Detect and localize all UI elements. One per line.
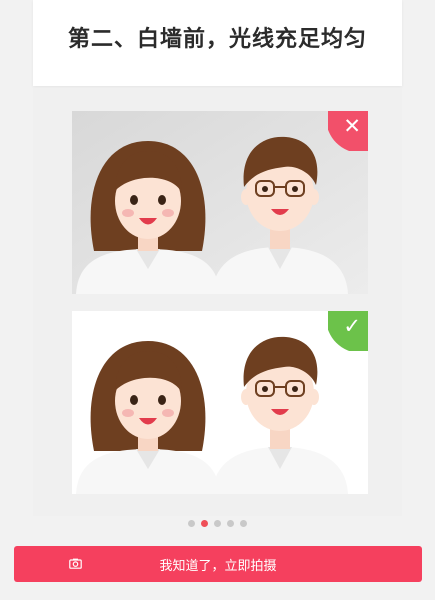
page-dot[interactable]: [240, 519, 247, 527]
page-indicator: [0, 519, 435, 527]
example-correct-photo: ✓: [72, 311, 368, 494]
wrong-badge: ✕: [328, 111, 368, 151]
close-icon: ✕: [343, 114, 361, 138]
confirm-shoot-button[interactable]: 我知道了，立即拍摄: [14, 546, 422, 582]
camera-icon: [69, 558, 82, 569]
page-dot[interactable]: [227, 519, 234, 527]
page-dot[interactable]: [201, 519, 208, 527]
example-wrong-photo: ✕: [72, 111, 368, 294]
header-panel: 第二、白墙前，光线充足均匀: [33, 0, 402, 86]
check-icon: ✓: [343, 314, 361, 338]
page-title: 第二、白墙前，光线充足均匀: [67, 27, 367, 52]
confirm-shoot-label: 我知道了，立即拍摄: [159, 558, 277, 574]
correct-badge: ✓: [328, 311, 368, 351]
page-dot[interactable]: [188, 519, 195, 527]
page-dot[interactable]: [214, 519, 221, 527]
